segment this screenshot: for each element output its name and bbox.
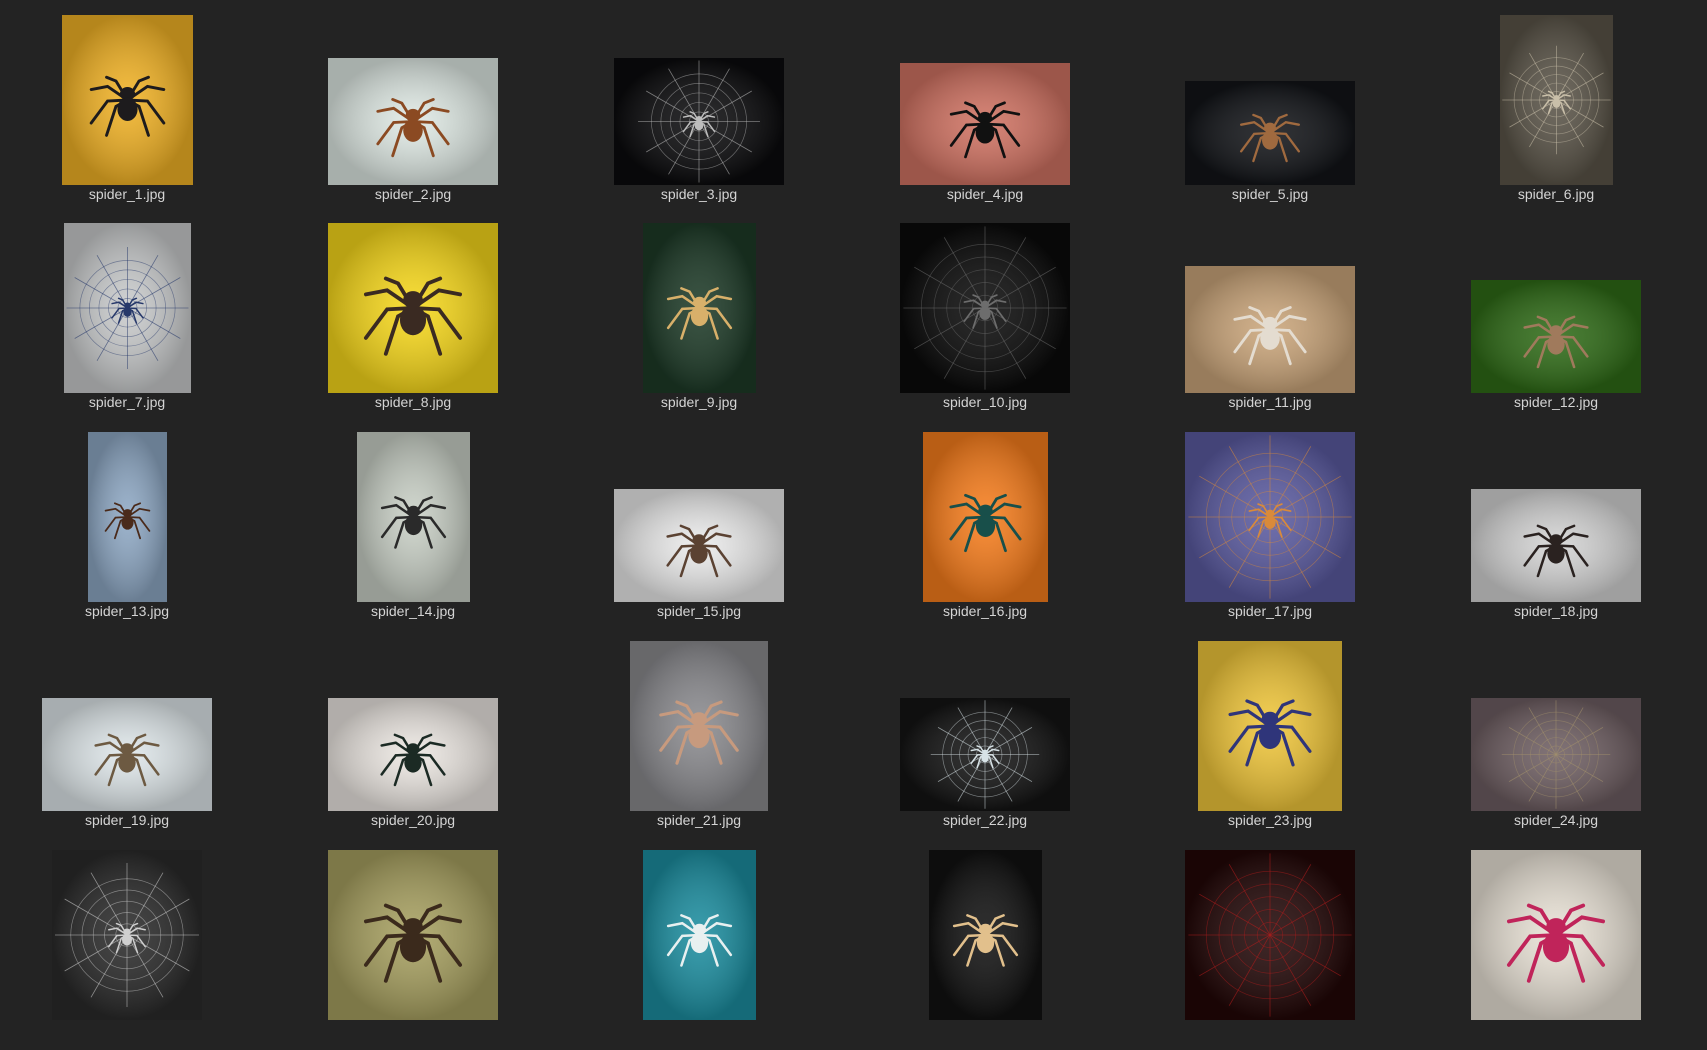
file-item[interactable]: spider_5.jpg	[1160, 15, 1380, 215]
file-name-label: spider_8.jpg	[374, 394, 452, 410]
file-item[interactable]: spider_17.jpg	[1160, 432, 1380, 632]
web-in-field-image[interactable]	[1471, 698, 1641, 811]
spider-flower-image[interactable]	[1471, 850, 1641, 1020]
file-name-label: spider_10.jpg	[942, 394, 1028, 410]
file-name-label: spider_2.jpg	[374, 186, 452, 202]
orb-weaver-image[interactable]	[328, 58, 498, 185]
file-item[interactable]: spider_1.jpg	[17, 15, 237, 215]
file-name-label: spider_16.jpg	[942, 603, 1028, 619]
jumping-spider-dark-image[interactable]	[1185, 81, 1355, 185]
small-spider-gray-image[interactable]	[1471, 489, 1641, 602]
file-item[interactable]: spider_16.jpg	[875, 432, 1095, 632]
spider-silhouette-pink-image[interactable]	[900, 63, 1070, 185]
file-grid: spider_1.jpg spider_2.jpg spider_3.jpg spid…	[0, 0, 1707, 1020]
file-item[interactable]: spider_12.jpg	[1446, 223, 1666, 423]
jumping-spider-leaf-image[interactable]	[1471, 280, 1641, 393]
file-name-label: spider_14.jpg	[370, 603, 456, 619]
spider-on-web-dark-image[interactable]	[614, 58, 784, 185]
file-item[interactable]: spider_14.jpg	[303, 432, 523, 632]
file-item[interactable]: spider_21.jpg	[589, 641, 809, 841]
file-name-label: spider_18.jpg	[1513, 603, 1599, 619]
web-dew-image[interactable]	[52, 850, 202, 1020]
file-item[interactable]	[875, 850, 1095, 1050]
orb-weaver-night-image[interactable]	[928, 850, 1042, 1020]
file-name-label: spider_13.jpg	[84, 603, 170, 619]
file-name-label: spider_17.jpg	[1227, 603, 1313, 619]
tarantula-on-yellow-image[interactable]	[61, 15, 193, 185]
file-item[interactable]: spider_3.jpg	[589, 15, 809, 215]
file-item[interactable]: spider_18.jpg	[1446, 432, 1666, 632]
file-name-label: spider_20.jpg	[370, 812, 456, 828]
file-item[interactable]: spider_4.jpg	[875, 15, 1095, 215]
file-item[interactable]: spider_9.jpg	[589, 223, 809, 423]
file-item[interactable]: spider_6.jpg	[1446, 15, 1666, 215]
file-item[interactable]: spider_10.jpg	[875, 223, 1095, 423]
orb-weaver-green-image[interactable]	[642, 223, 756, 393]
file-item[interactable]: spider_15.jpg	[589, 432, 809, 632]
file-item[interactable]	[1446, 850, 1666, 1050]
red-web-image[interactable]	[1185, 850, 1355, 1020]
file-name-label: spider_4.jpg	[946, 186, 1024, 202]
file-name-label: spider_22.jpg	[942, 812, 1028, 828]
spider-on-white-image[interactable]	[614, 489, 784, 602]
spider-leaf-image[interactable]	[328, 850, 498, 1020]
file-item[interactable]: spider_20.jpg	[303, 641, 523, 841]
blue-tarantula-web-image[interactable]	[63, 223, 191, 393]
argiope-blue-image[interactable]	[642, 850, 756, 1020]
tarantula-closeup-image[interactable]	[630, 641, 768, 811]
hanging-spider-sky-image[interactable]	[87, 432, 167, 602]
file-name-label: spider_1.jpg	[88, 186, 166, 202]
file-name-label: spider_15.jpg	[656, 603, 742, 619]
file-name-label: spider_24.jpg	[1513, 812, 1599, 828]
file-name-label: spider_6.jpg	[1517, 186, 1595, 202]
blue-tarantula-yellow-image[interactable]	[1198, 641, 1342, 811]
golden-silk-spider-image[interactable]	[356, 432, 470, 602]
file-item[interactable]	[1160, 850, 1380, 1050]
file-item[interactable]: spider_19.jpg	[17, 641, 237, 841]
file-name-label: spider_3.jpg	[660, 186, 738, 202]
file-name-label: spider_5.jpg	[1231, 186, 1309, 202]
file-item[interactable]: spider_11.jpg	[1160, 223, 1380, 423]
green-tarantula-orange-image[interactable]	[922, 432, 1048, 602]
file-name-label: spider_21.jpg	[656, 812, 742, 828]
file-item[interactable]: spider_23.jpg	[1160, 641, 1380, 841]
file-item[interactable]: spider_13.jpg	[17, 432, 237, 632]
file-item[interactable]	[589, 850, 809, 1050]
web-closeup-image[interactable]	[900, 698, 1070, 811]
file-item[interactable]: spider_2.jpg	[303, 15, 523, 215]
file-item[interactable]: spider_8.jpg	[303, 223, 523, 423]
file-name-label: spider_12.jpg	[1513, 394, 1599, 410]
jumping-spider-white-image[interactable]	[42, 698, 212, 811]
spider-on-web-dark-image[interactable]	[900, 223, 1070, 393]
file-name-label: spider_23.jpg	[1227, 812, 1313, 828]
sand-spider-image[interactable]	[1185, 266, 1355, 393]
jumping-spider-white-image[interactable]	[328, 698, 498, 811]
file-item[interactable]: spider_24.jpg	[1446, 641, 1666, 841]
file-item[interactable]	[303, 850, 523, 1050]
file-item[interactable]	[17, 850, 237, 1050]
file-name-label: spider_19.jpg	[84, 812, 170, 828]
file-item[interactable]: spider_7.jpg	[17, 223, 237, 423]
tarantula-on-yellow-image[interactable]	[328, 223, 498, 393]
file-item[interactable]: spider_22.jpg	[875, 641, 1095, 841]
file-name-label: spider_9.jpg	[660, 394, 738, 410]
file-name-label: spider_7.jpg	[88, 394, 166, 410]
web-in-forest-image[interactable]	[1499, 15, 1613, 185]
purple-web-image[interactable]	[1185, 432, 1355, 602]
file-name-label: spider_11.jpg	[1228, 394, 1312, 410]
